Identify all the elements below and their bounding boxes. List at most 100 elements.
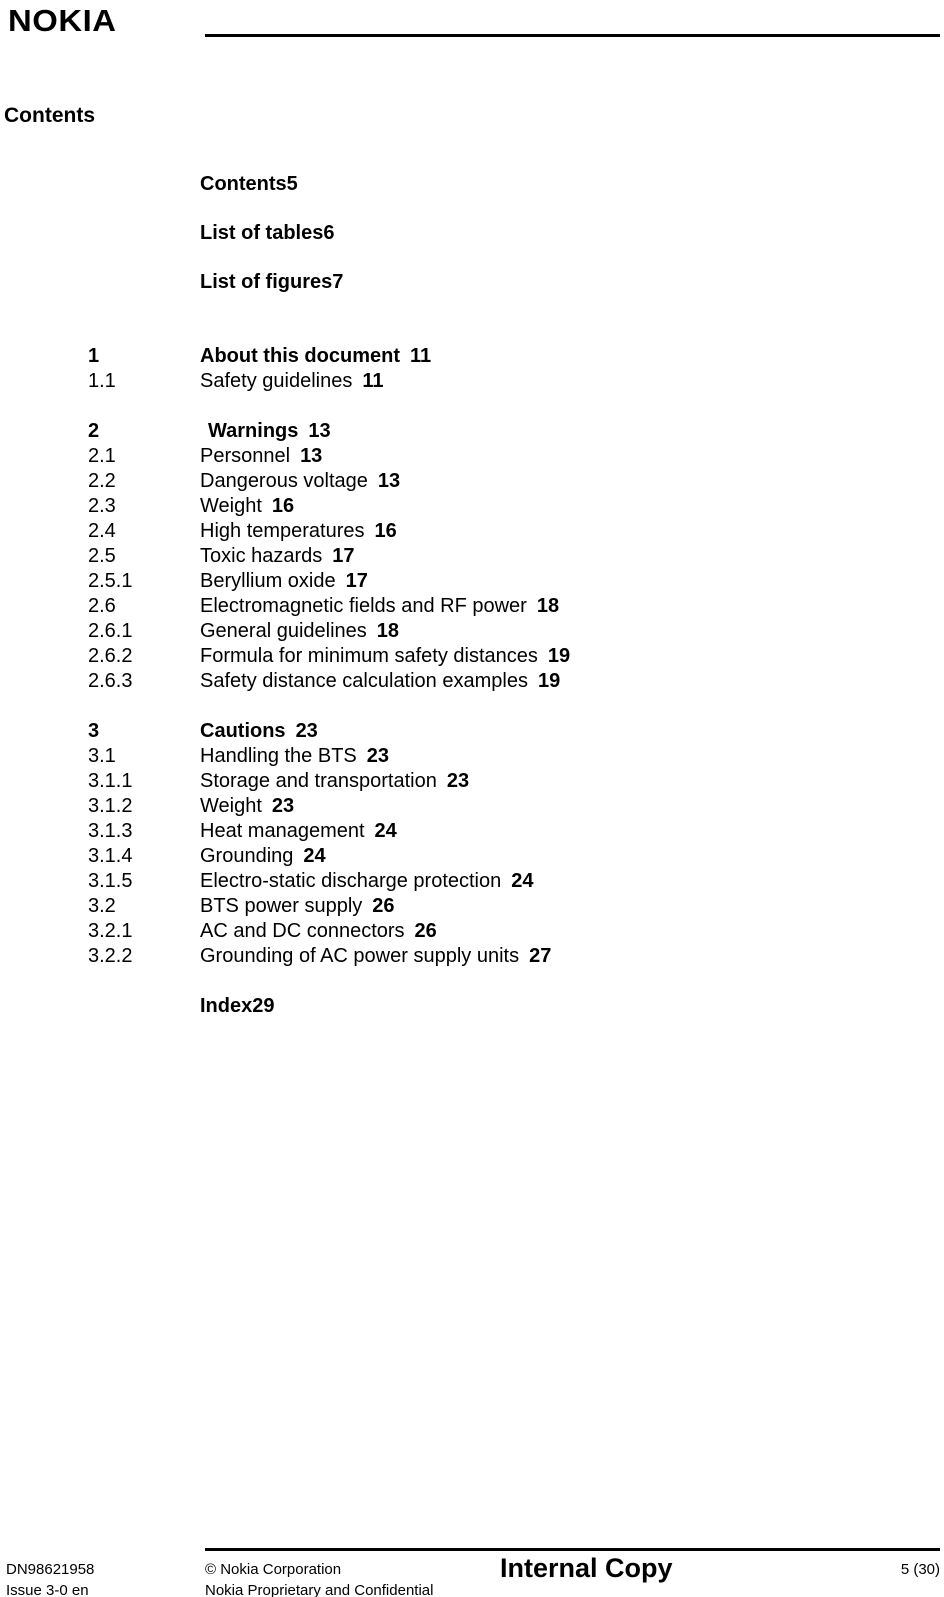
- toc-entry-page: 11: [362, 370, 384, 392]
- toc-entry-number: 3: [88, 720, 100, 742]
- toc-entry-number: 2.2: [88, 470, 116, 492]
- toc-entry-number: 3.1.4: [88, 845, 133, 867]
- toc-section-row[interactable]: 1.1 Safety guidelines 11: [0, 369, 944, 394]
- footer-doc-id: DN98621958: [6, 1561, 95, 1578]
- toc-section-row[interactable]: 2.2 Dangerous voltage 13: [0, 469, 944, 494]
- toc-entry-page: 5: [286, 173, 298, 195]
- nokia-logo: NOKIA: [8, 3, 117, 38]
- toc-entry-number: 3.1.1: [88, 770, 133, 792]
- toc-section-row[interactable]: 2.6.1 General guidelines 18: [0, 619, 944, 644]
- toc-section-row[interactable]: 3.1.5 Electro-static discharge protection…: [0, 869, 944, 894]
- toc-entry-title: Toxic hazards 17: [200, 545, 355, 567]
- toc-entry-number: 3.1.2: [88, 795, 133, 817]
- toc-entry-title: Weight 16: [200, 495, 295, 517]
- toc-entry-title: Electromagnetic fields and RF power 18: [200, 595, 560, 617]
- toc-entry-page: 24: [511, 870, 534, 892]
- toc-entry-page: 16: [271, 495, 295, 517]
- toc-entry-title: Safety guidelines 11: [200, 370, 384, 392]
- footer-document-id-block: DN98621958 Issue 3-0 en: [6, 1559, 196, 1597]
- toc-entry-page: 19: [547, 645, 571, 667]
- toc-group-spacer: [0, 319, 944, 344]
- toc-chapter-row[interactable]: 3 Cautions 23: [0, 719, 944, 744]
- toc-entry-title: About this document 11: [200, 345, 432, 367]
- toc-section-row[interactable]: 2.5.1 Beryllium oxide 17: [0, 569, 944, 594]
- toc-entry-title: BTS power supply 26: [200, 895, 395, 917]
- toc-entry-page: 17: [345, 570, 368, 592]
- toc-front-matter-entry[interactable]: List of tables6: [0, 221, 944, 270]
- toc-entry-page: 13: [308, 420, 331, 442]
- toc-entry-page: 7: [332, 271, 344, 293]
- page-footer: DN98621958 Issue 3-0 en © Nokia Corporat…: [0, 1507, 944, 1597]
- footer-copyright-block: © Nokia Corporation Nokia Proprietary an…: [205, 1559, 505, 1597]
- toc-entry-number: 2.5.1: [88, 570, 133, 592]
- toc-entry-page: 29: [252, 995, 275, 1017]
- footer-copyright: © Nokia Corporation: [205, 1561, 342, 1578]
- toc-entry-page: 18: [536, 595, 560, 617]
- toc-section-row[interactable]: 3.1.1 Storage and transportation 23: [0, 769, 944, 794]
- toc-entry-page: 13: [377, 470, 401, 492]
- toc-group: 2 Warnings 13 2.1 Personnel 13 2.2 Dangerous vo…: [0, 419, 944, 694]
- toc-entry-title: High temperatures 16: [200, 520, 397, 542]
- toc-section-row[interactable]: 2.6.3 Safety distance calculation example…: [0, 669, 944, 694]
- toc-entry-page: 19: [537, 670, 561, 692]
- toc-entry-title: Contents5: [200, 173, 298, 195]
- toc-entry-page: 24: [303, 845, 326, 867]
- toc-entry-page: 26: [372, 895, 395, 917]
- toc-section-row[interactable]: 2.3 Weight 16: [0, 494, 944, 519]
- toc-group-spacer: [0, 394, 944, 419]
- toc-entry-number: 2: [88, 420, 100, 442]
- toc-group: 3 Cautions 23 3.1 Handling the BTS 23 3.1.1 Sto…: [0, 719, 944, 969]
- toc-front-matter-entry[interactable]: Contents5: [0, 172, 944, 221]
- toc-entry-title: Cautions 23: [200, 720, 318, 742]
- toc-section-row[interactable]: 2.6.2 Formula for minimum safety distance…: [0, 644, 944, 669]
- toc-section-row[interactable]: 3.2 BTS power supply 26: [0, 894, 944, 919]
- toc-entry-number: 2.6.2: [88, 645, 133, 667]
- toc-entry-number: 2.1: [88, 445, 116, 467]
- toc-entry-title: Grounding 24: [200, 845, 326, 867]
- footer-confidentiality: Nokia Proprietary and Confidential: [205, 1582, 434, 1597]
- toc-entry-title: Safety distance calculation examples 19: [200, 670, 561, 692]
- toc-entry-page: 26: [414, 920, 437, 942]
- toc-chapter-row[interactable]: 1 About this document 11: [0, 344, 944, 369]
- document-page: NOKIA Contents Contents5 List of tables6 L…: [0, 0, 944, 1597]
- toc-front-matter-entry[interactable]: List of figures7: [0, 270, 944, 319]
- toc-entry-page: 23: [295, 720, 318, 742]
- toc-section-row[interactable]: 3.2.1 AC and DC connectors 26: [0, 919, 944, 944]
- toc-entry-number: 2.3: [88, 495, 116, 517]
- toc-entry-number: 3.1.5: [88, 870, 133, 892]
- toc-entry-title: AC and DC connectors 26: [200, 920, 437, 942]
- toc-entry-number: 3.1.3: [88, 820, 133, 842]
- toc-entry-page: 6: [323, 222, 335, 244]
- toc-index-entry[interactable]: Index29: [0, 994, 944, 1019]
- toc-section-row[interactable]: 3.1.2 Weight 23: [0, 794, 944, 819]
- toc-chapter-row[interactable]: 2 Warnings 13: [0, 419, 944, 444]
- table-of-contents: Contents5 List of tables6 List of figures7…: [0, 172, 944, 1019]
- toc-section-row[interactable]: 3.1.4 Grounding 24: [0, 844, 944, 869]
- toc-entry-page: 18: [376, 620, 400, 642]
- toc-section-row[interactable]: 3.2.2 Grounding of AC power supply units 2…: [0, 944, 944, 969]
- toc-entry-number: 3.1: [88, 745, 116, 767]
- toc-entry-number: 3.2.1: [88, 920, 133, 942]
- toc-entry-page: 24: [374, 820, 397, 842]
- toc-section-row[interactable]: 2.1 Personnel 13: [0, 444, 944, 469]
- toc-entry-title: Index29: [200, 995, 275, 1017]
- toc-entry-title: Handling the BTS 23: [200, 745, 390, 767]
- toc-section-row[interactable]: 2.6 Electromagnetic fields and RF power 18: [0, 594, 944, 619]
- toc-entry-title: Personnel 13: [200, 445, 323, 467]
- toc-section-row[interactable]: 2.5 Toxic hazards 17: [0, 544, 944, 569]
- toc-section-row[interactable]: 3.1.3 Heat management 24: [0, 819, 944, 844]
- toc-section-row[interactable]: 2.4 High temperatures 16: [0, 519, 944, 544]
- toc-entry-page: 27: [529, 945, 552, 967]
- toc-group: 1 About this document 11 1.1 Safety guidelin…: [0, 344, 944, 394]
- header-rule: [205, 34, 940, 37]
- toc-entry-title: Electro-static discharge protection 24: [200, 870, 534, 892]
- toc-entry-title: Weight 23: [200, 795, 295, 817]
- toc-group-spacer: [0, 694, 944, 719]
- toc-entry-title: Heat management 24: [200, 820, 397, 842]
- toc-entry-page: 13: [300, 445, 323, 467]
- toc-section-row[interactable]: 3.1 Handling the BTS 23: [0, 744, 944, 769]
- toc-entry-page: 11: [409, 345, 432, 367]
- toc-entry-number: 1.1: [88, 370, 116, 392]
- footer-issue: Issue 3-0 en: [6, 1582, 89, 1597]
- page-header: NOKIA: [0, 0, 944, 60]
